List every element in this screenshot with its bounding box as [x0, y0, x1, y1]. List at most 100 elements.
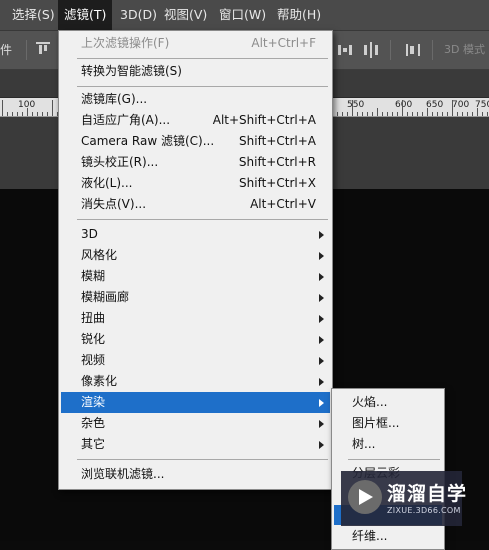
ruler-tick — [37, 112, 38, 116]
ruler-tick — [447, 112, 448, 116]
submenu-item-fibers[interactable]: 纤维... — [334, 526, 442, 547]
ruler-tick — [457, 112, 458, 116]
3d-mode-label: 3D 模式 — [444, 43, 485, 56]
watermark-url: ZIXUE.3D66.COM — [387, 506, 461, 515]
menu-item-distort[interactable]: 扭曲 — [61, 308, 330, 329]
submenu-arrow-icon — [319, 315, 324, 323]
submenu-item-tree[interactable]: 树... — [334, 434, 442, 455]
ruler-tick — [357, 112, 358, 116]
menu-separator — [77, 459, 328, 460]
ruler-tick — [32, 112, 33, 116]
align-top-icon[interactable] — [36, 42, 50, 58]
menu-separator — [77, 86, 328, 87]
menu-item-filter-gallery[interactable]: 滤镜库(G)... — [61, 89, 330, 110]
ruler-tick — [17, 112, 18, 116]
submenu-arrow-icon — [319, 441, 324, 449]
ruler-label: 600 — [395, 100, 413, 110]
ruler-label: 700 — [452, 100, 470, 110]
menu-item-browse-online[interactable]: 浏览联机滤镜... — [61, 464, 330, 485]
menu-item-vanishing-point[interactable]: 消失点(V)... Alt+Ctrl+V — [61, 194, 330, 215]
menu-item-pixelate[interactable]: 像素化 — [61, 371, 330, 392]
play-logo-icon — [348, 480, 382, 514]
menu-window[interactable]: 窗口(W) — [219, 0, 266, 30]
menu-item-stylize[interactable]: 风格化 — [61, 245, 330, 266]
submenu-item-picture-frame[interactable]: 图片框... — [334, 413, 442, 434]
menu-view[interactable]: 视图(V) — [164, 0, 207, 30]
distribute-horizontal-icon[interactable] — [338, 42, 352, 58]
ruler-tick — [352, 100, 353, 116]
ruler-tick — [407, 112, 408, 116]
menu-item-convert-smart-filter[interactable]: 转换为智能滤镜(S) — [61, 61, 330, 82]
ruler-tick — [52, 100, 53, 116]
submenu-item-flame[interactable]: 火焰... — [334, 392, 442, 413]
submenu-arrow-icon — [319, 336, 324, 344]
ruler-tick — [397, 112, 398, 116]
menu-item-sharpen[interactable]: 锐化 — [61, 329, 330, 350]
menu-help[interactable]: 帮助(H) — [277, 0, 321, 30]
ruler-tick — [482, 112, 483, 116]
ruler-tick — [7, 112, 8, 116]
menu-select[interactable]: 选择(S) — [12, 0, 55, 30]
ruler-tick — [442, 112, 443, 116]
watermark: 溜溜自学 ZIXUE.3D66.COM — [341, 471, 466, 526]
ruler-tick — [372, 112, 373, 116]
filter-menu: 上次滤镜操作(F) Alt+Ctrl+F 转换为智能滤镜(S) 滤镜库(G)..… — [58, 30, 333, 490]
ruler-tick — [472, 112, 473, 116]
ruler-tick — [382, 112, 383, 116]
menu-item-camera-raw[interactable]: Camera Raw 滤镜(C)... Shift+Ctrl+A — [61, 131, 330, 152]
ruler-tick — [452, 100, 453, 116]
menu-item-liquify[interactable]: 液化(L)... Shift+Ctrl+X — [61, 173, 330, 194]
options-separator — [26, 40, 27, 60]
menu-item-noise[interactable]: 杂色 — [61, 413, 330, 434]
submenu-arrow-icon — [319, 294, 324, 302]
menu-item-render[interactable]: 渲染 — [61, 392, 330, 413]
ruler-tick — [342, 112, 343, 116]
ruler-tick — [367, 112, 368, 116]
ruler-tick — [362, 112, 363, 116]
menu-item-adaptive-wide-angle[interactable]: 自适应广角(A)... Alt+Shift+Ctrl+A — [61, 110, 330, 131]
ruler-tick — [347, 112, 348, 116]
menu-3d[interactable]: 3D(D) — [120, 0, 157, 30]
ruler-tick — [412, 112, 413, 116]
menu-separator — [77, 219, 328, 220]
ruler-tick — [42, 112, 43, 116]
options-label: 件 — [0, 43, 13, 57]
menu-item-blur-gallery[interactable]: 模糊画廊 — [61, 287, 330, 308]
options-separator — [390, 40, 391, 60]
distribute-right-icon[interactable] — [406, 42, 420, 58]
ruler-tick — [387, 112, 388, 116]
menu-item-last-filter: 上次滤镜操作(F) Alt+Ctrl+F — [81, 36, 316, 50]
distribute-center-icon[interactable] — [364, 42, 378, 58]
submenu-arrow-icon — [319, 357, 324, 365]
submenu-arrow-icon — [319, 252, 324, 260]
submenu-arrow-icon — [319, 399, 324, 407]
submenu-arrow-icon — [319, 231, 324, 239]
submenu-arrow-icon — [319, 273, 324, 281]
ruler-tick — [377, 108, 378, 116]
ruler-tick — [467, 112, 468, 116]
ruler-tick — [427, 108, 428, 116]
ruler-tick — [27, 108, 28, 116]
ruler-label: 650 — [426, 100, 444, 110]
ruler-tick — [12, 112, 13, 116]
ruler-tick — [337, 112, 338, 116]
submenu-arrow-icon — [319, 378, 324, 386]
ruler-tick — [402, 100, 403, 116]
menu-separator — [77, 58, 328, 59]
menu-item-blur[interactable]: 模糊 — [61, 266, 330, 287]
ruler-tick — [47, 112, 48, 116]
ruler-tick — [432, 112, 433, 116]
ruler-tick — [392, 112, 393, 116]
ruler-tick — [477, 108, 478, 116]
ruler-label: 550 — [347, 100, 365, 110]
ruler-tick — [437, 112, 438, 116]
menu-item-3d[interactable]: 3D — [61, 224, 330, 245]
submenu-arrow-icon — [319, 420, 324, 428]
menu-item-video[interactable]: 视频 — [61, 350, 330, 371]
menu-filter[interactable]: 滤镜(T) — [58, 0, 113, 30]
ruler-tick — [22, 112, 23, 116]
menu-separator — [348, 459, 440, 460]
menu-item-other[interactable]: 其它 — [61, 434, 330, 455]
menu-item-lens-correction[interactable]: 镜头校正(R)... Shift+Ctrl+R — [61, 152, 330, 173]
watermark-title: 溜溜自学 — [387, 483, 468, 505]
